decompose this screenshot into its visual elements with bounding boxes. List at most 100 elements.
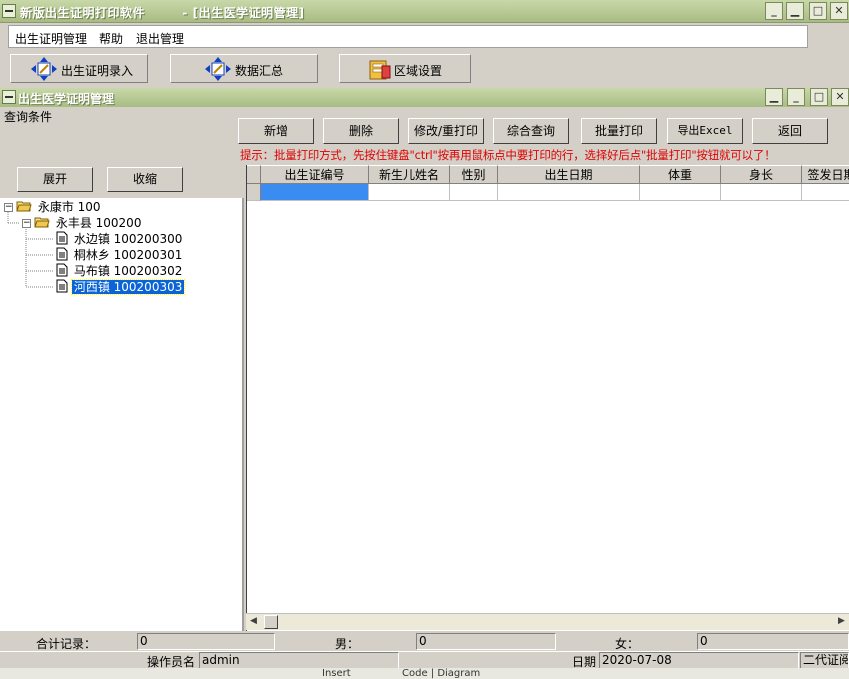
toolbar: 出生证明录入 数据汇总 区域设置 (0, 51, 849, 87)
arrows-edit-icon (205, 57, 231, 81)
folder-open-icon (34, 217, 50, 228)
row-indicator[interactable] (247, 184, 261, 201)
minimize-icon: ▁ (790, 4, 800, 17)
column-header[interactable]: 身长 (721, 165, 802, 184)
toolbar-label: 区域设置 (394, 64, 443, 78)
table-cell[interactable] (498, 184, 640, 201)
app-icon[interactable] (2, 4, 16, 18)
batch-print-button[interactable]: 批量打印 (581, 118, 657, 144)
toolbar-label: 出生证明录入 (61, 64, 134, 78)
table-row[interactable] (247, 184, 849, 201)
settings-folder-icon (369, 60, 391, 80)
subwindow-titlebar: 出生医学证明管理 ▁ _ □ ✕ (0, 88, 849, 107)
tree-node-label: 水边镇 100200300 (73, 232, 183, 246)
toolbar-data-summary-button[interactable]: 数据汇总 (170, 54, 318, 83)
close-button[interactable]: ✕ (830, 2, 848, 20)
tree-node-shuibian[interactable]: 水边镇 100200300 (56, 231, 184, 247)
document-icon (56, 263, 68, 277)
tree-node-label: 桐林乡 100200301 (73, 248, 183, 262)
sub-close-button[interactable]: ✕ (831, 88, 849, 106)
table-cell[interactable] (261, 184, 369, 201)
female-count-value: 0 (697, 633, 849, 650)
table-cell[interactable] (802, 184, 849, 201)
query-label: 查询条件 (4, 110, 53, 124)
menu-exit[interactable]: 退出管理 (136, 30, 184, 47)
tree-collapse-toggle[interactable]: − (22, 219, 31, 228)
restore-icon: □ (813, 90, 825, 103)
tree-node-mabu[interactable]: 马布镇 100200302 (56, 263, 184, 279)
expand-button[interactable]: 展开 (17, 167, 93, 192)
table-cell[interactable] (721, 184, 802, 201)
arrows-edit-icon (31, 57, 57, 81)
tree-toolbar: 展开 收缩 (0, 165, 244, 198)
status-bar: 操作员名 admin 日期 2020-07-08 二代证阅 (0, 651, 849, 669)
menu-birth-cert-management[interactable]: 出生证明管理 (15, 30, 87, 47)
date-value: 2020-07-08 (599, 652, 799, 669)
window-title: 新版出生证明打印软件 - [出生医学证明管理] (20, 6, 305, 20)
hint-text: 提示：批量打印方式，先按住键盘"ctrl"按再用鼠标点中要打印的行，选择好后点"… (240, 148, 776, 162)
extra-status-value: 二代证阅 (800, 652, 849, 669)
tree-node-hexi[interactable]: 河西镇 100200303 (56, 279, 186, 295)
scroll-left-arrow-icon[interactable]: ◀ (250, 616, 257, 626)
tree-collapse-toggle[interactable]: − (4, 203, 13, 212)
operator-value: admin (199, 652, 399, 669)
edit-reprint-button[interactable]: 修改/重打印 (408, 118, 484, 144)
menu-strip: 出生证明管理 帮助 退出管理 (8, 25, 808, 48)
column-header[interactable]: 体重 (640, 165, 721, 184)
column-header[interactable]: 出生证编号 (261, 165, 369, 184)
scroll-right-arrow-icon[interactable]: ▶ (838, 616, 845, 626)
minimize-icon: _ (793, 90, 799, 103)
grid-header: 出生证编号 新生儿姓名 性别 出生日期 体重 身长 签发日期 (247, 165, 849, 184)
sub-minimize-button[interactable]: ▁ (765, 88, 783, 106)
scroll-thumb[interactable] (264, 615, 278, 629)
menu-help[interactable]: 帮助 (99, 30, 123, 47)
add-button[interactable]: 新增 (238, 118, 314, 144)
toolbar-region-settings-button[interactable]: 区域设置 (339, 54, 471, 83)
column-header[interactable]: 性别 (450, 165, 498, 184)
subwindow-icon[interactable] (2, 90, 16, 104)
table-cell[interactable] (640, 184, 721, 201)
taskbar-strip: Insert Code | Diagram (0, 668, 849, 679)
table-cell[interactable] (369, 184, 450, 201)
taskbar-item[interactable]: Insert (322, 668, 351, 679)
column-header[interactable]: 出生日期 (498, 165, 640, 184)
row-indicator-header (247, 165, 261, 184)
delete-button[interactable]: 删除 (323, 118, 399, 144)
sub-restore-button[interactable]: □ (810, 88, 828, 106)
toolbar-label: 数据汇总 (235, 64, 284, 78)
tree-node-tonglin[interactable]: 桐林乡 100200301 (56, 247, 184, 263)
collapse-button[interactable]: 收缩 (107, 167, 183, 192)
main-titlebar: 新版出生证明打印软件 - [出生医学证明管理] _ ▁ □ ✕ (0, 0, 849, 23)
column-header[interactable]: 签发日期 (802, 165, 849, 184)
combined-query-button[interactable]: 综合查询 (493, 118, 569, 144)
document-icon (56, 231, 68, 245)
document-icon (56, 279, 68, 293)
total-records-value: 0 (137, 633, 275, 650)
export-excel-button[interactable]: 导出Excel (667, 118, 743, 144)
document-icon (56, 247, 68, 261)
restore-button[interactable]: □ (809, 2, 827, 20)
tree-node-label: 河西镇 100200303 (70, 279, 186, 295)
taskbar-item[interactable]: Code | Diagram (402, 668, 480, 679)
total-records-label: 合计记录： (36, 637, 97, 651)
tree-node-yongkang[interactable]: 永康市 100 (16, 199, 103, 215)
minimize-icon-button[interactable]: ▁ (786, 2, 804, 20)
summary-bar: 合计记录： 0 男： 0 女： 0 (0, 633, 849, 651)
close-icon: ✕ (835, 90, 845, 103)
sub-minimize2-button[interactable]: _ (787, 88, 805, 106)
tree-node-yongfeng[interactable]: 永丰县 100200 (34, 215, 143, 231)
table-cell[interactable] (450, 184, 498, 201)
male-count-value: 0 (416, 633, 556, 650)
menu-bar: 出生证明管理 帮助 退出管理 (0, 23, 849, 51)
minimize-button[interactable]: _ (765, 2, 783, 20)
tree-node-label: 永丰县 100200 (55, 216, 142, 230)
column-header[interactable]: 新生儿姓名 (369, 165, 450, 184)
restore-icon: □ (812, 4, 824, 17)
male-count-label: 男： (335, 637, 360, 651)
region-tree-panel: 展开 收缩 − 永康市 100 − 永丰县 100200 水边镇 1002003… (0, 165, 244, 631)
subwindow-title: 出生医学证明管理 (18, 92, 115, 106)
back-button[interactable]: 返回 (752, 118, 828, 144)
toolbar-birth-entry-button[interactable]: 出生证明录入 (10, 54, 148, 83)
grid-horizontal-scrollbar[interactable]: ◀ ▶ (246, 613, 849, 630)
query-panel: 查询条件 新增 删除 修改/重打印 综合查询 批量打印 导出Excel 返回 提… (0, 107, 849, 165)
